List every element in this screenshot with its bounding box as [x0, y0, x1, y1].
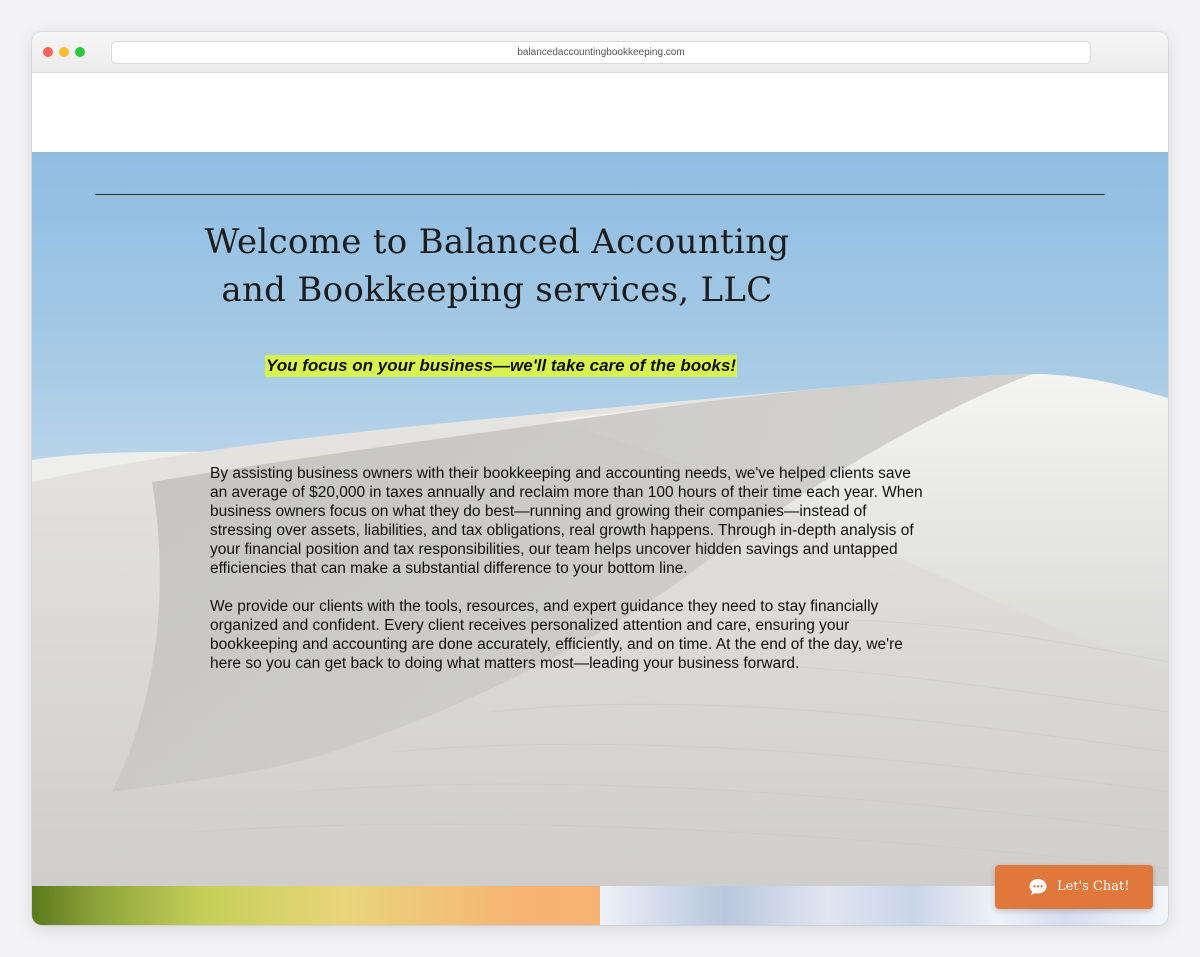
chat-button-label: Let's Chat! — [1057, 879, 1130, 894]
browser-window: balancedaccountingbookkeeping.com Welcom… — [32, 32, 1168, 925]
hero-title: Welcome to Balanced Accounting and Bookk… — [204, 222, 790, 310]
hero-paragraph-2: We provide our clients with the tools, r… — [210, 598, 903, 672]
hero-section: Welcome to Balanced Accounting and Bookk… — [32, 152, 1168, 886]
hero-tagline: You focus on your business—we'll take ca… — [265, 355, 738, 377]
hero-paragraph-1: By assisting business owners with their … — [210, 465, 923, 577]
browser-titlebar: balancedaccountingbookkeeping.com — [32, 32, 1168, 73]
minimize-window-button[interactable] — [59, 47, 69, 57]
gradient-banner-image — [32, 886, 600, 925]
chat-bubble-icon — [1029, 879, 1047, 895]
lets-chat-button[interactable]: Let's Chat! — [995, 865, 1153, 909]
close-window-button[interactable] — [43, 47, 53, 57]
hero-divider-line — [95, 194, 1105, 195]
hero-body-text: By assisting business owners with their … — [210, 464, 925, 692]
site-header — [32, 73, 1168, 152]
address-bar[interactable]: balancedaccountingbookkeeping.com — [111, 41, 1091, 64]
maximize-window-button[interactable] — [75, 47, 85, 57]
